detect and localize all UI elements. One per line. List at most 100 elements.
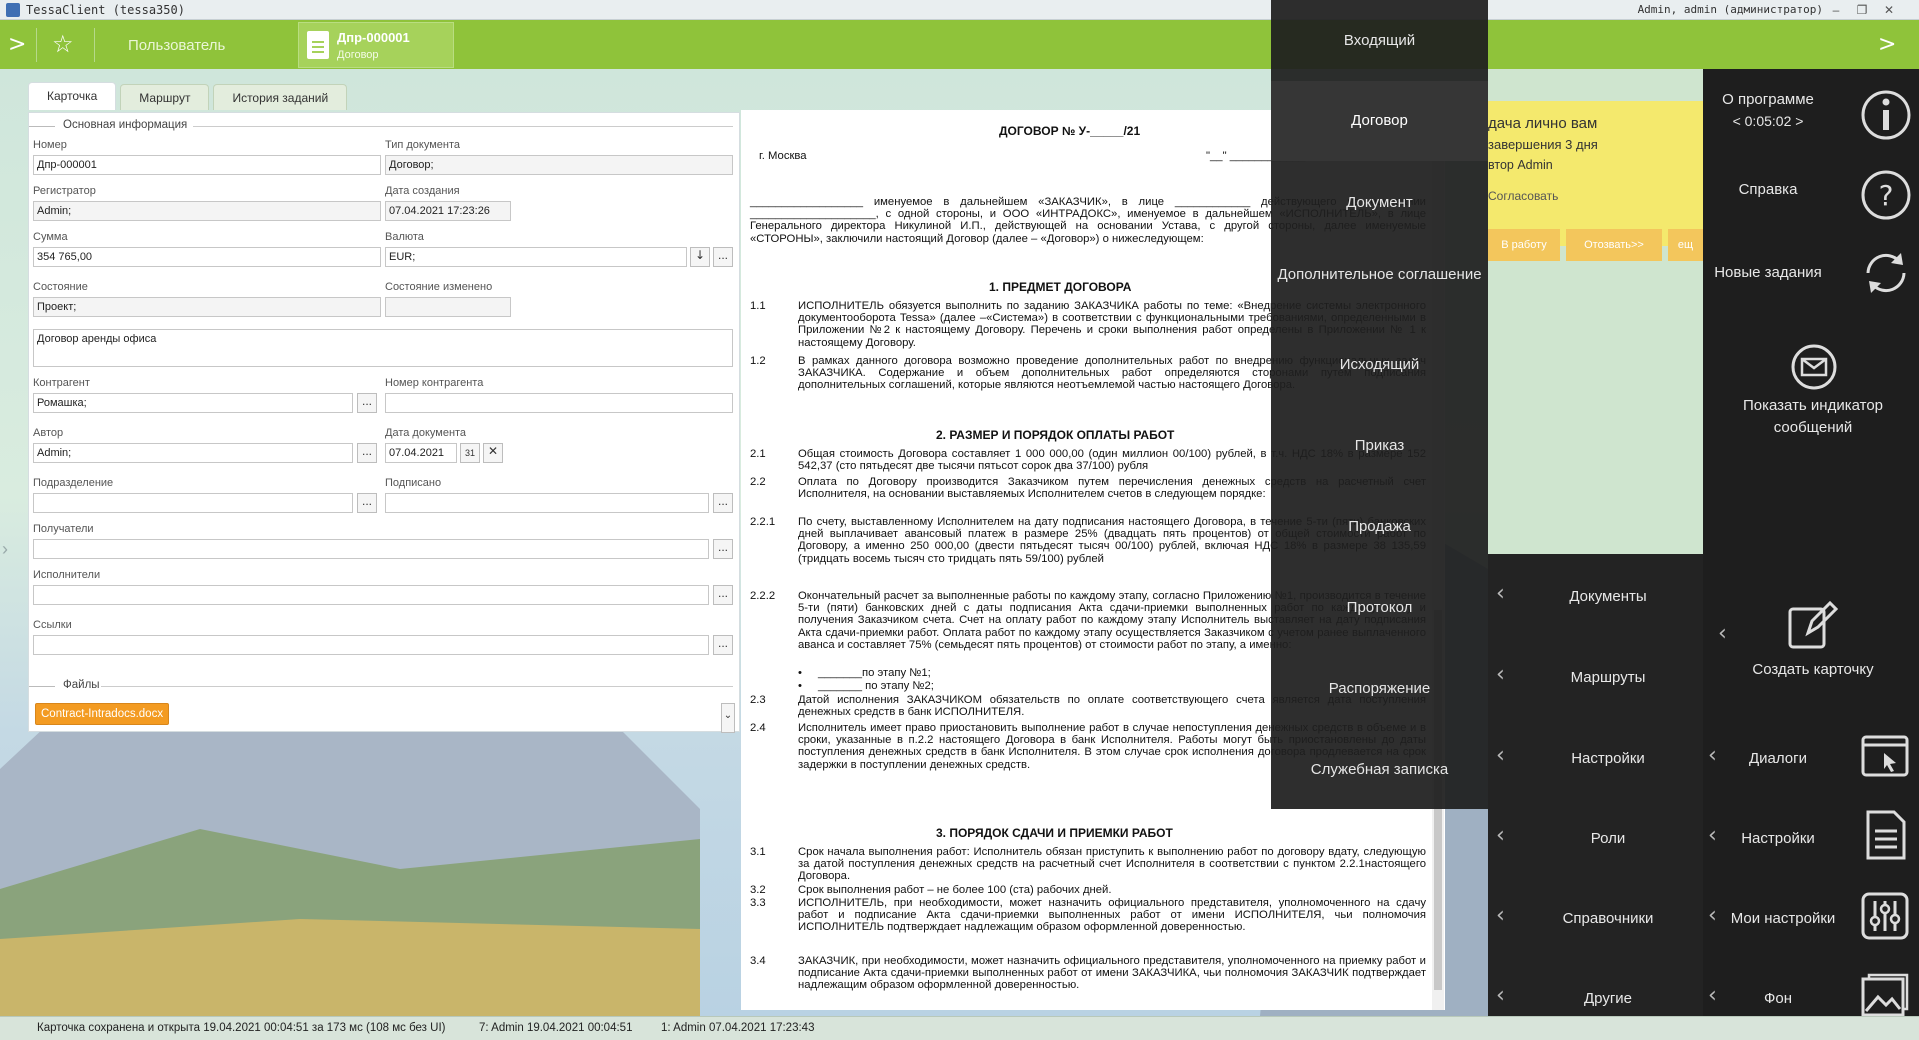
my-settings-chevron-icon[interactable]: ‹ bbox=[1708, 903, 1717, 928]
menu-item-document[interactable]: Документ bbox=[1271, 192, 1488, 214]
file-chip[interactable]: Contract-Intradocs.docx bbox=[35, 703, 170, 725]
tab-route[interactable]: Маршрут bbox=[120, 84, 210, 110]
menu-item-protocol[interactable]: Протокол bbox=[1271, 597, 1488, 619]
description-field[interactable]: Договор аренды офиса bbox=[33, 329, 733, 367]
menu-item-order[interactable]: Приказ bbox=[1271, 435, 1488, 457]
about-label[interactable]: О программе bbox=[1703, 91, 1833, 108]
performers-select-button[interactable]: ... bbox=[713, 585, 733, 605]
expand-right-panel-icon[interactable]: > bbox=[1878, 32, 1896, 57]
close-icon[interactable]: ✕ bbox=[1878, 2, 1900, 18]
notification-author: втор Admin bbox=[1488, 158, 1553, 172]
take-to-work-button[interactable]: В работу bbox=[1488, 229, 1560, 261]
links-field[interactable] bbox=[33, 635, 709, 655]
doc-clause-number: 3.2 bbox=[750, 884, 766, 896]
tab-task-history[interactable]: История заданий bbox=[213, 84, 348, 110]
show-indicator-label[interactable]: Показать индикатор сообщений bbox=[1713, 395, 1913, 439]
create-card-label[interactable]: Создать карточку bbox=[1723, 661, 1903, 678]
doc-clause-number: 3.3 bbox=[750, 897, 766, 909]
nav-documents[interactable]: Документы bbox=[1528, 588, 1688, 605]
nav-roles[interactable]: Роли bbox=[1528, 830, 1688, 847]
help-icon[interactable]: ? bbox=[1858, 167, 1914, 223]
nav-settings-right[interactable]: Настройки bbox=[1728, 830, 1828, 847]
create-card-icon[interactable] bbox=[1784, 599, 1838, 653]
clear-date-icon[interactable]: ✕ bbox=[483, 443, 503, 463]
doc-clause-text: Срок начала выполнения работ: Исполнител… bbox=[798, 846, 1426, 883]
message-indicator-icon[interactable] bbox=[1790, 343, 1838, 391]
nav-background[interactable]: Фон bbox=[1728, 990, 1828, 1007]
restore-icon[interactable]: ❐ bbox=[1851, 2, 1873, 18]
expand-left-panel-icon[interactable]: > bbox=[8, 32, 26, 57]
dialogs-chevron-icon[interactable]: ‹ bbox=[1708, 743, 1717, 768]
recipients-field[interactable] bbox=[33, 539, 709, 559]
doc-clause-number: 3.1 bbox=[750, 846, 766, 858]
partner-field[interactable]: Ромашка; bbox=[33, 393, 353, 413]
menu-item-directive[interactable]: Распоряжение bbox=[1271, 678, 1488, 700]
roles-chevron-icon[interactable]: ‹ bbox=[1496, 823, 1505, 848]
files-dropdown-icon[interactable]: ⌄ bbox=[721, 703, 735, 733]
menu-item-memo[interactable]: Служебная записка bbox=[1271, 759, 1488, 781]
settings-document-icon[interactable] bbox=[1862, 809, 1910, 861]
help-label[interactable]: Справка bbox=[1703, 181, 1833, 198]
nav-settings[interactable]: Настройки bbox=[1528, 750, 1688, 767]
notification-subtitle: завершения 3 дня bbox=[1488, 137, 1598, 152]
background-image-icon[interactable] bbox=[1860, 973, 1910, 1019]
recall-button[interactable]: Отозвать>> bbox=[1566, 229, 1662, 261]
tab-card[interactable]: Карточка bbox=[28, 82, 117, 110]
partner-number-field[interactable] bbox=[385, 393, 733, 413]
author-field[interactable]: Admin; bbox=[33, 443, 353, 463]
doc-clause-number: 1.1 bbox=[750, 300, 766, 312]
document-tab[interactable]: Дпр-000001 Договор bbox=[298, 22, 454, 68]
currency-select-button[interactable]: ... bbox=[713, 247, 733, 267]
menu-item-sale[interactable]: Продажа bbox=[1271, 516, 1488, 538]
menu-item-contract[interactable]: Договор bbox=[1271, 81, 1488, 161]
download-arrow-icon[interactable]: ↓ bbox=[690, 247, 710, 267]
links-select-button[interactable]: ... bbox=[713, 635, 733, 655]
nav-others[interactable]: Другие bbox=[1528, 990, 1688, 1007]
settings-right-chevron-icon[interactable]: ‹ bbox=[1708, 823, 1717, 848]
user-tab[interactable]: Пользователь bbox=[128, 37, 225, 54]
settings-chevron-icon[interactable]: ‹ bbox=[1496, 743, 1505, 768]
create-card-chevron-icon[interactable]: ‹ bbox=[1718, 621, 1727, 646]
background-chevron-icon[interactable]: ‹ bbox=[1708, 983, 1717, 1008]
documents-chevron-icon[interactable]: ‹ bbox=[1496, 581, 1505, 606]
new-tasks-label[interactable]: Новые задания bbox=[1703, 264, 1833, 281]
signed-select-button[interactable]: ... bbox=[713, 493, 733, 513]
nav-dialogs[interactable]: Диалоги bbox=[1728, 750, 1828, 767]
favorites-star-icon[interactable]: ☆ bbox=[52, 30, 74, 58]
info-icon[interactable] bbox=[1858, 87, 1914, 143]
routes-chevron-icon[interactable]: ‹ bbox=[1496, 662, 1505, 687]
department-select-button[interactable]: ... bbox=[357, 493, 377, 513]
performers-field[interactable] bbox=[33, 585, 709, 605]
sliders-icon[interactable] bbox=[1860, 891, 1910, 941]
minimize-icon[interactable]: – bbox=[1825, 2, 1847, 18]
refresh-icon[interactable] bbox=[1858, 245, 1914, 301]
partner-select-button[interactable]: ... bbox=[357, 393, 377, 413]
signed-field[interactable] bbox=[385, 493, 709, 513]
others-chevron-icon[interactable]: ‹ bbox=[1496, 983, 1505, 1008]
author-select-button[interactable]: ... bbox=[357, 443, 377, 463]
menu-item-incoming[interactable]: Входящий bbox=[1271, 30, 1488, 52]
left-expand-chevron-icon[interactable]: › bbox=[2, 539, 8, 560]
dialogs-icon[interactable] bbox=[1860, 733, 1910, 779]
menu-item-additional-agreement[interactable]: Дополнительное соглашение bbox=[1277, 264, 1482, 286]
department-field[interactable] bbox=[33, 493, 353, 513]
section-main-title: Основная информация bbox=[28, 119, 188, 131]
notification-title: дача лично вам bbox=[1488, 115, 1598, 132]
recipients-select-button[interactable]: ... bbox=[713, 539, 733, 559]
state-field: Проект; bbox=[33, 297, 381, 317]
nav-routes[interactable]: Маршруты bbox=[1528, 669, 1688, 686]
docdate-field[interactable]: 07.04.2021 bbox=[385, 443, 457, 463]
nav-directories[interactable]: Справочники bbox=[1528, 910, 1688, 927]
menu-item-outgoing[interactable]: Исходящий bbox=[1271, 354, 1488, 376]
doc-bullet: • bbox=[798, 667, 802, 679]
currency-field[interactable]: EUR; bbox=[385, 247, 687, 267]
nav-my-settings[interactable]: Мои настройки bbox=[1728, 910, 1838, 927]
sum-field[interactable]: 354 765,00 bbox=[33, 247, 381, 267]
number-field[interactable]: Дпр-000001 bbox=[33, 155, 381, 175]
directories-chevron-icon[interactable]: ‹ bbox=[1496, 903, 1505, 928]
calendar-icon[interactable]: 31 bbox=[460, 443, 480, 463]
performers-label: Исполнители bbox=[33, 569, 101, 581]
doctype-field: Договор; bbox=[385, 155, 733, 175]
more-button[interactable]: ещ bbox=[1668, 229, 1703, 261]
notification-action: Согласовать bbox=[1488, 189, 1559, 203]
